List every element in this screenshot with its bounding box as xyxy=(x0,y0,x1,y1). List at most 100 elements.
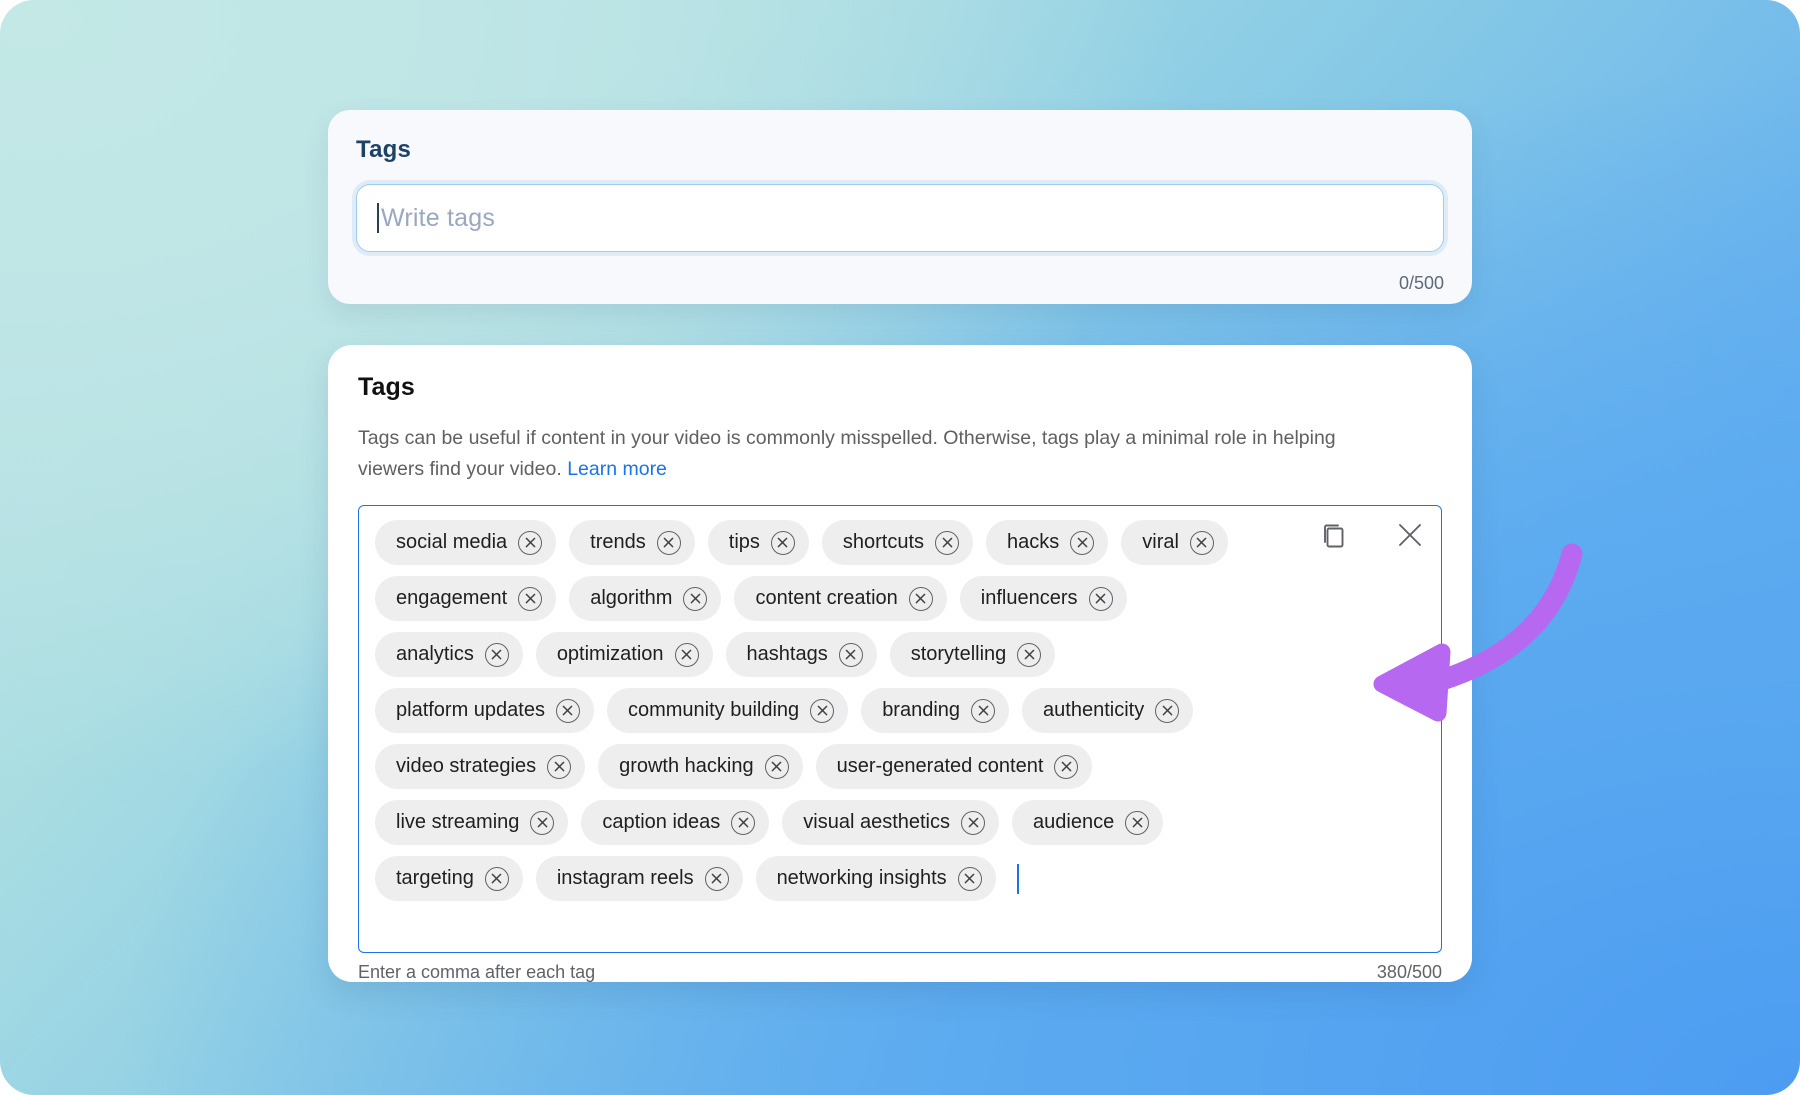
tag-chip[interactable]: content creation xyxy=(734,576,947,621)
remove-tag-icon[interactable] xyxy=(547,754,572,779)
tags-card-detailed: Tags Tags can be useful if content in yo… xyxy=(328,345,1472,982)
remove-tag-icon[interactable] xyxy=(838,642,863,667)
tag-chip-label: user-generated content xyxy=(836,755,1044,777)
card-one-title: Tags xyxy=(356,136,412,163)
remove-tag-icon[interactable] xyxy=(731,810,756,835)
tags-hint: Enter a comma after each tag xyxy=(358,962,596,982)
tags-editor-box[interactable]: social media trends tips shortcuts hacks vira… xyxy=(358,505,1442,953)
remove-tag-icon[interactable] xyxy=(1088,586,1113,611)
tag-chip-label: optimization xyxy=(556,643,664,665)
tags-input-placeholder: Write tags xyxy=(381,203,496,232)
tag-chip[interactable]: live streaming xyxy=(375,800,569,845)
tag-chip[interactable]: authenticity xyxy=(1022,688,1194,733)
remove-tag-icon[interactable] xyxy=(674,642,699,667)
remove-tag-icon[interactable] xyxy=(1017,642,1042,667)
tag-chip-label: analytics xyxy=(396,643,474,665)
tag-chip-label: content creation xyxy=(755,587,898,609)
tag-chip[interactable]: video strategies xyxy=(375,744,586,789)
tag-input-cursor xyxy=(1016,863,1019,894)
tag-chip-label: algorithm xyxy=(590,587,673,609)
tag-chip[interactable]: community building xyxy=(606,688,849,733)
remove-tag-icon[interactable] xyxy=(518,586,543,611)
tag-chip-label: caption ideas xyxy=(602,811,721,833)
tag-chip[interactable]: analytics xyxy=(375,632,523,677)
remove-tag-icon[interactable] xyxy=(770,530,795,555)
tag-chip-label: hashtags xyxy=(746,643,828,665)
tag-chip-label: platform updates xyxy=(396,699,545,721)
tag-chip[interactable]: branding xyxy=(861,688,1010,733)
remove-tag-icon[interactable] xyxy=(1155,698,1180,723)
tag-chip[interactable]: optimization xyxy=(535,632,713,677)
tag-chip[interactable]: audience xyxy=(1012,800,1164,845)
tag-row: platform updates community building brandi… xyxy=(375,688,1375,733)
tag-chip[interactable]: storytelling xyxy=(889,632,1056,677)
remove-tag-icon[interactable] xyxy=(484,642,509,667)
tag-chip[interactable]: engagement xyxy=(375,576,557,621)
tag-chip-label: instagram reels xyxy=(556,867,694,889)
remove-tag-icon[interactable] xyxy=(957,866,982,891)
tag-chip-rows: social media trends tips shortcuts hacks vira… xyxy=(375,520,1375,901)
tag-chip[interactable]: user-generated content xyxy=(815,744,1093,789)
remove-tag-icon[interactable] xyxy=(810,698,835,723)
tag-chip-label: networking insights xyxy=(776,867,947,889)
tag-chip[interactable]: tips xyxy=(707,520,809,565)
tag-chip[interactable]: influencers xyxy=(959,576,1127,621)
character-counter: 0/500 xyxy=(1398,273,1444,293)
remove-tag-icon[interactable] xyxy=(484,866,509,891)
tag-chip[interactable]: algorithm xyxy=(569,576,722,621)
tags-footer: Enter a comma after each tag 380/500 xyxy=(358,962,1442,983)
tag-row: engagement algorithm content creation influ… xyxy=(375,576,1375,621)
tag-row: analytics optimization hashtags storytellin… xyxy=(375,632,1375,677)
tag-chip[interactable]: hacks xyxy=(986,520,1109,565)
tag-chip[interactable]: targeting xyxy=(375,856,523,901)
tag-row: video strategies growth hacking user-gener… xyxy=(375,744,1375,789)
tag-chip[interactable]: trends xyxy=(569,520,695,565)
tag-chip-label: storytelling xyxy=(910,643,1007,665)
background-gradient: Tags Write tags 0/500 Tags Tags can be u… xyxy=(0,0,1800,1095)
tag-chip-label: targeting xyxy=(396,867,474,889)
tag-chip[interactable]: shortcuts xyxy=(821,520,974,565)
remove-tag-icon[interactable] xyxy=(530,810,555,835)
tag-row: social media trends tips shortcuts hacks vira… xyxy=(375,520,1375,565)
tags-input-wrapper[interactable]: Write tags xyxy=(356,184,1444,252)
remove-tag-icon[interactable] xyxy=(1189,530,1214,555)
copy-icon[interactable] xyxy=(1317,518,1351,552)
remove-tag-icon[interactable] xyxy=(704,866,729,891)
tag-chip-label: viral xyxy=(1142,531,1179,553)
remove-tag-icon[interactable] xyxy=(1070,530,1095,555)
tag-chip-label: video strategies xyxy=(396,755,537,777)
tag-chip-label: trends xyxy=(590,531,646,553)
tag-chip-label: social media xyxy=(396,531,508,553)
learn-more-link[interactable]: Learn more xyxy=(567,458,667,480)
tag-chip-label: audience xyxy=(1033,811,1115,833)
remove-tag-icon[interactable] xyxy=(683,586,708,611)
tag-chip-label: community building xyxy=(627,699,800,721)
tag-chip-label: growth hacking xyxy=(619,755,754,777)
tag-chip[interactable]: growth hacking xyxy=(598,744,803,789)
tag-chip[interactable]: caption ideas xyxy=(581,800,770,845)
tag-chip[interactable]: networking insights xyxy=(755,856,996,901)
remove-tag-icon[interactable] xyxy=(1054,754,1079,779)
remove-tag-icon[interactable] xyxy=(555,698,580,723)
remove-tag-icon[interactable] xyxy=(1125,810,1150,835)
tag-row: live streaming caption ideas visual aesthe… xyxy=(375,800,1375,845)
tag-chip[interactable]: instagram reels xyxy=(535,856,743,901)
tag-chip[interactable]: platform updates xyxy=(375,688,594,733)
tag-chip-label: shortcuts xyxy=(842,531,925,553)
tag-chip-label: visual aesthetics xyxy=(803,811,951,833)
remove-tag-icon[interactable] xyxy=(961,810,986,835)
tags-card-simple: Tags Write tags 0/500 xyxy=(328,110,1472,304)
tags-description: Tags can be useful if content in your vi… xyxy=(358,423,1380,485)
close-icon[interactable] xyxy=(1393,518,1427,552)
remove-tag-icon[interactable] xyxy=(935,530,960,555)
tags-character-counter: 380/500 xyxy=(1376,962,1442,982)
tag-chip[interactable]: visual aesthetics xyxy=(782,800,1000,845)
remove-tag-icon[interactable] xyxy=(971,698,996,723)
remove-tag-icon[interactable] xyxy=(908,586,933,611)
tag-chip[interactable]: viral xyxy=(1121,520,1228,565)
remove-tag-icon[interactable] xyxy=(656,530,681,555)
remove-tag-icon[interactable] xyxy=(764,754,789,779)
remove-tag-icon[interactable] xyxy=(518,530,543,555)
tag-chip[interactable]: hashtags xyxy=(725,632,877,677)
tag-chip[interactable]: social media xyxy=(375,520,557,565)
